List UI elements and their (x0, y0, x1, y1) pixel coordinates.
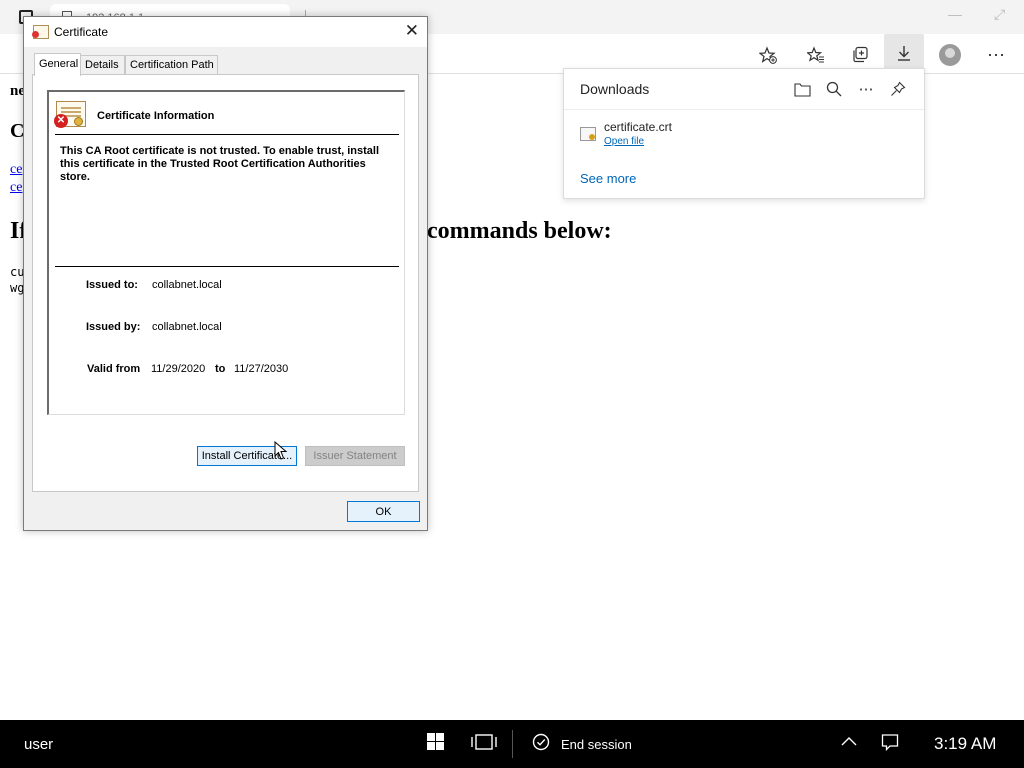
valid-to-label: to (215, 363, 226, 375)
valid-from-value: 11/29/2020 (151, 363, 206, 375)
downloads-flyout: Downloads ⋯ certificate.crt Open file Se… (563, 68, 925, 199)
task-view-button[interactable] (471, 733, 497, 756)
collections-icon (853, 46, 868, 63)
profile-avatar-icon (939, 44, 961, 66)
notification-icon[interactable] (881, 733, 899, 756)
collections-button[interactable] (845, 40, 875, 70)
certificate-link[interactable]: ce (10, 162, 22, 178)
downloads-title: Downloads (580, 81, 650, 97)
pin-icon[interactable] (888, 79, 908, 99)
end-session-button[interactable]: End session (561, 737, 632, 752)
issuer-statement-button[interactable]: Issuer Statement (305, 446, 405, 466)
divider (564, 109, 924, 110)
issued-by-label: Issued by: (86, 321, 141, 333)
certificate-link[interactable]: ce (10, 180, 22, 196)
tab-general[interactable]: General (34, 53, 81, 76)
general-tab-panel: ✕ Certificate Information This CA Root c… (32, 74, 419, 492)
certificate-info-box: ✕ Certificate Information This CA Root c… (47, 90, 405, 415)
close-button[interactable]: ✕ (405, 21, 419, 41)
certificate-file-icon (580, 127, 596, 141)
user-name: user (24, 736, 54, 753)
end-session-icon[interactable] (532, 733, 550, 756)
certificate-info-title: Certificate Information (97, 110, 215, 122)
see-more-link[interactable]: See more (580, 171, 636, 186)
folder-icon[interactable] (792, 79, 812, 99)
download-arrow-icon (898, 46, 910, 61)
certificate-error-icon: ✕ (54, 101, 86, 128)
chevron-up-icon[interactable] (840, 733, 858, 756)
favorites-list-icon (807, 46, 824, 63)
ok-button[interactable]: OK (347, 501, 420, 522)
clock-time[interactable]: 3:19 AM (934, 734, 996, 754)
dialog-titlebar[interactable]: Certificate ✕ (24, 17, 427, 47)
star-plus-icon (759, 46, 777, 64)
issued-to-label: Issued to: (86, 279, 138, 291)
tab-certification-path[interactable]: Certification Path (125, 55, 218, 75)
issued-to-value: collabnet.local (152, 279, 222, 291)
maximize-button[interactable]: ⤢ (994, 6, 1005, 23)
dialog-title: Certificate (54, 25, 109, 39)
trust-warning-text: This CA Root certificate is not trusted.… (60, 145, 380, 183)
divider (55, 134, 399, 135)
open-file-link[interactable]: Open file (604, 136, 644, 147)
download-file-name[interactable]: certificate.crt (604, 120, 672, 134)
profile-button[interactable] (935, 40, 965, 70)
minimize-button[interactable]: — (948, 6, 962, 22)
certificate-dialog: Certificate ✕ General Details Certificat… (23, 16, 428, 531)
downloads-button[interactable] (884, 34, 924, 72)
valid-from-label: Valid from (87, 363, 141, 375)
issued-by-value: collabnet.local (152, 321, 222, 333)
windows-logo-icon (427, 733, 444, 750)
divider (512, 730, 513, 758)
add-favorite-button[interactable] (753, 40, 783, 70)
mouse-cursor-icon (274, 441, 288, 460)
page-heading-tail: commands below: (427, 218, 612, 244)
more-icon[interactable]: ⋯ (856, 79, 876, 99)
settings-more-button[interactable]: ⋯ (981, 40, 1011, 70)
valid-to-value: 11/27/2030 (234, 363, 289, 375)
search-icon[interactable] (824, 79, 844, 99)
taskbar: user End session 3:19 AM (0, 720, 1024, 768)
favorites-button[interactable] (801, 40, 831, 70)
task-view-icon (471, 734, 497, 750)
divider (55, 266, 399, 267)
certificate-icon (32, 25, 49, 39)
start-button[interactable] (427, 733, 444, 755)
tab-details[interactable]: Details (80, 55, 125, 75)
